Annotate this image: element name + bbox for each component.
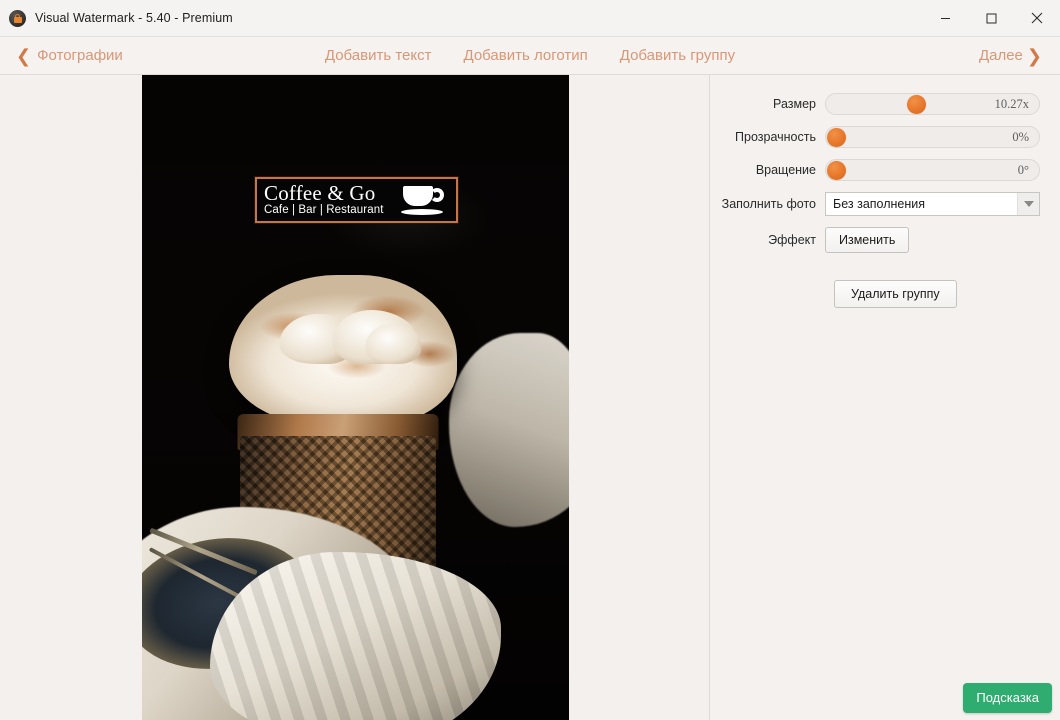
photo-meringue-peak: [365, 323, 422, 364]
window-controls: [922, 0, 1060, 37]
photo-preview[interactable]: Coffee & Go Cafe | Bar | Restaurant: [142, 75, 569, 720]
padlock-icon: [9, 9, 26, 27]
add-group-button[interactable]: Добавить группу: [620, 47, 735, 64]
opacity-slider[interactable]: 0%: [825, 126, 1040, 148]
rotation-slider[interactable]: 0°: [825, 159, 1040, 181]
photo-image: [142, 75, 569, 720]
chevron-right-icon: ❯: [1026, 45, 1042, 66]
opacity-label: Прозрачность: [735, 130, 816, 144]
next-label: Далее: [978, 47, 1023, 64]
size-slider-thumb[interactable]: [906, 94, 926, 114]
hint-button[interactable]: Подсказка: [963, 683, 1052, 713]
size-row: Размер 10.27x: [710, 93, 1040, 115]
size-slider[interactable]: 10.27x: [825, 93, 1040, 115]
delete-group-button[interactable]: Удалить группу: [834, 280, 957, 308]
chevron-down-icon[interactable]: [1017, 193, 1039, 215]
window-title: Visual Watermark - 5.40 - Premium: [35, 11, 233, 25]
maximize-button[interactable]: [968, 0, 1014, 37]
delete-group-row: Удалить группу: [710, 280, 1040, 308]
toolbar-actions: Добавить текст Добавить логотип Добавить…: [325, 47, 735, 64]
fill-photo-label: Заполнить фото: [721, 197, 816, 211]
chevron-left-icon: ❮: [16, 45, 32, 66]
watermark-text: Coffee & Go Cafe | Bar | Restaurant: [264, 180, 399, 217]
photo-meringue: [228, 274, 457, 427]
add-text-button[interactable]: Добавить текст: [325, 47, 432, 64]
watermark-subtitle: Cafe | Bar | Restaurant: [264, 204, 384, 217]
photo-cloth-right: [449, 333, 569, 527]
opacity-slider-thumb[interactable]: [827, 127, 846, 147]
fill-photo-select[interactable]: Без заполнения: [825, 192, 1040, 216]
opacity-value: 0%: [1012, 129, 1029, 144]
size-value: 10.27x: [994, 96, 1029, 111]
back-to-photos-label: Фотографии: [37, 47, 123, 64]
title-bar: Visual Watermark - 5.40 - Premium: [0, 0, 1060, 37]
effect-row: Эффект Изменить: [710, 227, 1040, 253]
main-toolbar: ❮ Фотографии Добавить текст Добавить лог…: [0, 37, 1060, 75]
workspace: Coffee & Go Cafe | Bar | Restaurant Разм…: [0, 75, 1060, 720]
photo-canvas[interactable]: Coffee & Go Cafe | Bar | Restaurant: [0, 75, 710, 720]
change-effect-button[interactable]: Изменить: [825, 227, 910, 253]
app-window: Visual Watermark - 5.40 - Premium ❮ Фото…: [0, 0, 1060, 720]
opacity-row: Прозрачность 0%: [710, 126, 1040, 148]
rotation-value: 0°: [1017, 162, 1029, 177]
next-button[interactable]: Далее ❯: [979, 47, 1042, 65]
fill-photo-row: Заполнить фото Без заполнения: [710, 192, 1040, 216]
properties-panel: Размер 10.27x Прозрачность 0% Вращение 0…: [710, 75, 1060, 720]
close-button[interactable]: [1014, 0, 1060, 37]
watermark-overlay[interactable]: Coffee & Go Cafe | Bar | Restaurant: [254, 176, 459, 224]
size-label: Размер: [773, 97, 816, 111]
effect-label: Эффект: [768, 233, 816, 247]
rotation-label: Вращение: [755, 163, 816, 177]
coffee-cup-icon: [401, 181, 451, 219]
back-to-photos-button[interactable]: ❮ Фотографии: [16, 47, 123, 65]
minimize-button[interactable]: [922, 0, 968, 37]
rotation-row: Вращение 0°: [710, 159, 1040, 181]
add-logo-button[interactable]: Добавить логотип: [464, 47, 588, 64]
rotation-slider-thumb[interactable]: [827, 160, 846, 180]
fill-photo-selected-value: Без заполнения: [833, 197, 926, 211]
watermark-title: Coffee & Go: [264, 180, 376, 205]
